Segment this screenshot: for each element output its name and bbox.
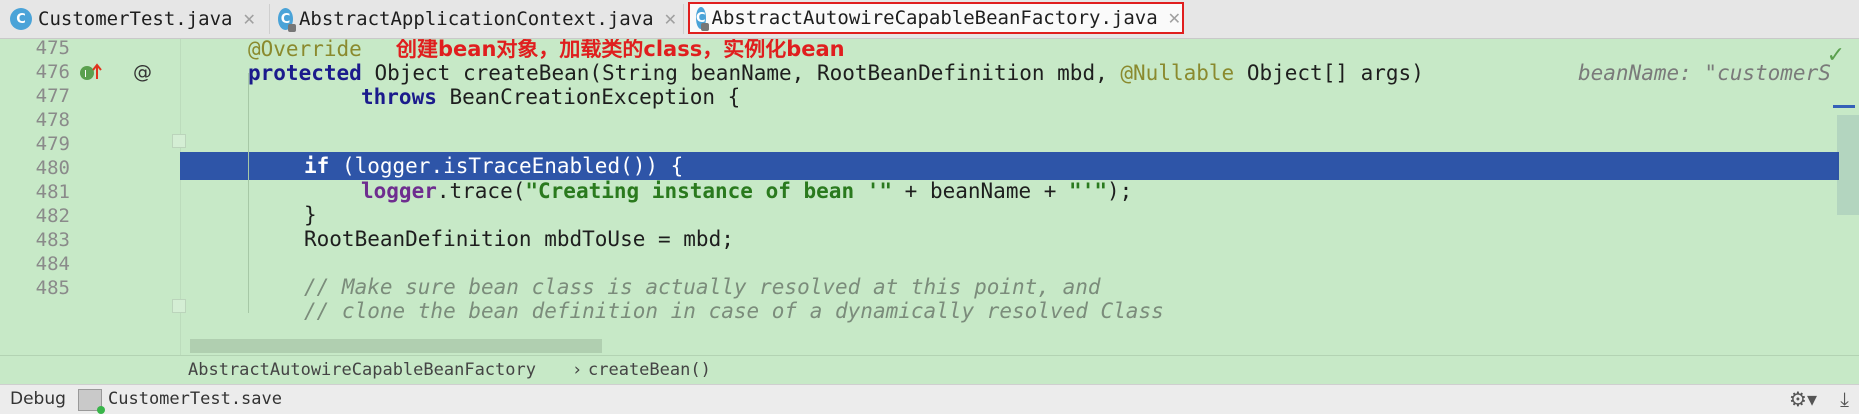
editor-tab-bar: C CustomerTest.java ✕ C AbstractApplicat…	[0, 0, 1859, 39]
annotation-text: @Override	[248, 39, 362, 61]
breadcrumb-class[interactable]: AbstractAutowireCapableBeanFactory	[188, 360, 536, 380]
tab-label: AbstractAutowireCapableBeanFactory.java	[711, 7, 1158, 29]
code-line-479: if (logger.isTraceEnabled()) {	[0, 152, 1859, 180]
close-icon[interactable]: ✕	[242, 10, 255, 29]
code-text: .trace(	[436, 179, 526, 203]
debug-config-name[interactable]: CustomerTest.save	[108, 389, 282, 409]
tab-customertest[interactable]: C CustomerTest.java ✕	[4, 4, 270, 34]
code-text: );	[1106, 179, 1133, 203]
code-text: + beanName +	[892, 179, 1070, 203]
code-editor[interactable]: 475 476 477 478 479 480 481 482 483 484 …	[0, 39, 1859, 355]
tab-label: CustomerTest.java	[38, 8, 233, 30]
keyword: protected	[248, 61, 362, 85]
code-text: Object createBean(String beanName, RootB…	[361, 61, 1121, 85]
code-comment: // clone the bean definition in case of …	[304, 299, 1164, 323]
tab-label: AbstractApplicationContext.java	[298, 8, 654, 30]
code-identifier: logger	[361, 179, 437, 203]
running-indicator-icon	[97, 406, 105, 414]
close-icon[interactable]: ✕	[1168, 9, 1181, 28]
gear-icon[interactable]: ⚙▾	[1789, 387, 1817, 411]
debug-config-icon	[78, 389, 105, 414]
close-icon[interactable]: ✕	[664, 10, 677, 29]
hide-panel-icon[interactable]: ⤓	[1840, 387, 1849, 411]
keyword: if	[304, 154, 330, 178]
inspection-ok-icon[interactable]: ✓	[1827, 43, 1845, 68]
keyword: throws	[361, 85, 437, 109]
code-line-485: // clone the bean definition in case of …	[0, 297, 1859, 325]
breadcrumb: AbstractAutowireCapableBeanFactory › cre…	[0, 355, 1859, 384]
vertical-scrollbar[interactable]	[1837, 115, 1859, 215]
java-class-icon: C	[696, 7, 709, 31]
code-text: BeanCreationException {	[436, 85, 741, 109]
scroll-marker	[1833, 105, 1855, 108]
code-text: (logger.isTraceEnabled()) {	[329, 154, 684, 178]
tab-abstractapplicationcontext[interactable]: C AbstractApplicationContext.java ✕	[272, 4, 684, 34]
debug-label[interactable]: Debug	[10, 389, 66, 409]
debug-tool-bar: Debug CustomerTest.save ⚙▾ ⤓	[0, 384, 1859, 414]
string-literal: "Creating instance of bean '"	[525, 179, 893, 203]
java-class-icon: C	[10, 8, 32, 30]
lock-icon	[287, 24, 296, 32]
string-literal: "'"	[1069, 179, 1107, 203]
breadcrumb-method[interactable]: createBean()	[588, 360, 711, 380]
fold-marker[interactable]	[172, 134, 186, 148]
breadcrumb-separator: ›	[572, 360, 583, 380]
code-line-477: throws BeanCreationException {	[0, 83, 1859, 111]
java-class-icon: C	[278, 8, 296, 32]
tab-abstractautowirecapablebeanfactory[interactable]: C AbstractAutowireCapableBeanFactory.jav…	[688, 2, 1184, 34]
lock-icon	[700, 23, 709, 31]
annotation-text: @Nullable	[1120, 61, 1235, 85]
code-text: RootBeanDefinition mbdToUse = mbd;	[304, 227, 734, 251]
code-text: Object[] args)	[1234, 61, 1424, 85]
code-line-482: RootBeanDefinition mbdToUse = mbd;	[0, 225, 1859, 253]
horizontal-scrollbar[interactable]	[190, 339, 602, 353]
